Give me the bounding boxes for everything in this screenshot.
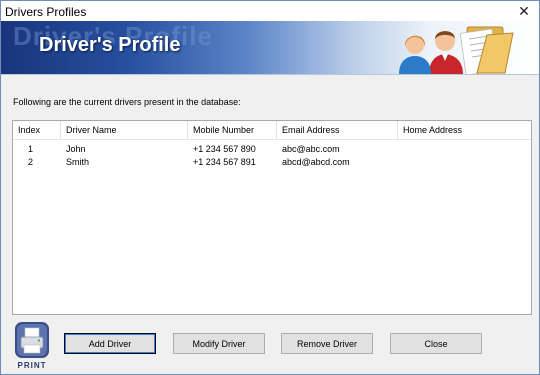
cell-driver-name: John: [66, 144, 86, 154]
column-header-driver-name[interactable]: Driver Name: [61, 121, 188, 139]
banner-divider: [1, 74, 539, 75]
cell-email-address: abc@abc.com: [282, 144, 340, 154]
modify-driver-button[interactable]: Modify Driver: [173, 333, 265, 354]
banner: Driver's Profile Driver's Profile: [1, 21, 539, 74]
cell-email-address: abcd@abcd.com: [282, 157, 350, 167]
footer-bar: PRINT Add Driver Modify Driver Remove Dr…: [1, 319, 539, 374]
cell-index: 2: [28, 157, 34, 167]
title-bar: Drivers Profiles ✕: [1, 1, 539, 21]
cell-index: 1: [28, 144, 34, 154]
close-icon[interactable]: ✕: [509, 1, 539, 21]
cell-mobile-number: +1 234 567 891: [193, 157, 256, 167]
remove-driver-button[interactable]: Remove Driver: [281, 333, 373, 354]
list-header: Index Driver Name Mobile Number Email Ad…: [13, 121, 531, 140]
intro-text: Following are the current drivers presen…: [13, 97, 241, 107]
column-header-mobile-number[interactable]: Mobile Number: [188, 121, 277, 139]
cell-mobile-number: +1 234 567 890: [193, 144, 256, 154]
drivers-list[interactable]: Index Driver Name Mobile Number Email Ad…: [12, 120, 532, 315]
drivers-folder-icon: [399, 26, 514, 74]
column-header-home-address[interactable]: Home Address: [398, 121, 531, 139]
table-row[interactable]: 2 Smith +1 234 567 891 abcd@abcd.com: [13, 156, 531, 169]
column-header-email-address[interactable]: Email Address: [277, 121, 398, 139]
close-button[interactable]: Close: [390, 333, 482, 354]
table-row[interactable]: 1 John +1 234 567 890 abc@abc.com: [13, 143, 531, 156]
window-title: Drivers Profiles: [5, 5, 87, 19]
print-label: PRINT: [17, 361, 47, 370]
cell-driver-name: Smith: [66, 157, 90, 167]
banner-title: Driver's Profile: [39, 34, 181, 56]
print-button[interactable]: PRINT: [12, 319, 52, 371]
column-header-index[interactable]: Index: [13, 121, 61, 139]
printer-icon: [15, 322, 49, 358]
add-driver-button[interactable]: Add Driver: [64, 333, 156, 354]
drivers-profiles-window: Drivers Profiles ✕ Driver's Profile Driv…: [0, 0, 540, 375]
